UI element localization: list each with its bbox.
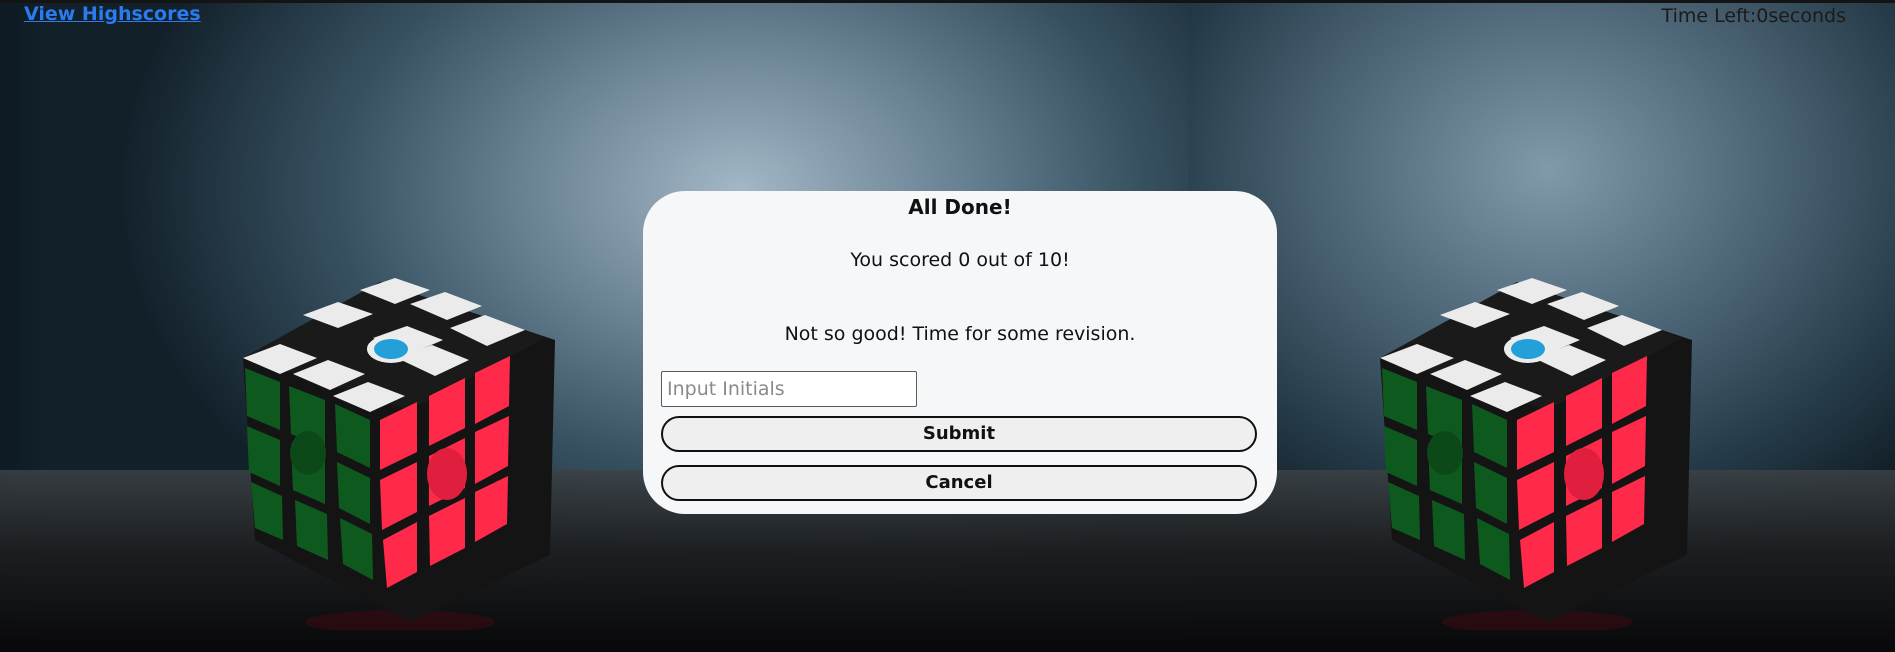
rubiks-cube-image-right — [1362, 270, 1702, 630]
cancel-button[interactable]: Cancel — [661, 465, 1257, 501]
timer-label: Time Left: — [1661, 5, 1757, 27]
timer-unit: seconds — [1768, 5, 1846, 27]
timer: Time Left:0seconds — [1662, 5, 1846, 27]
submit-button[interactable]: Submit — [661, 416, 1257, 452]
timer-value: 0 — [1756, 5, 1769, 27]
score-text: You scored 0 out of 10! — [850, 249, 1070, 271]
view-highscores-link[interactable]: View Highscores — [24, 3, 201, 25]
top-border — [0, 0, 1895, 3]
rubiks-cube-image-left — [225, 270, 565, 630]
page: View Highscores Time Left:0seconds All D… — [0, 0, 1895, 652]
feedback-text: Not so good! Time for some revision. — [784, 323, 1136, 345]
dialog-title: All Done! — [908, 195, 1012, 219]
initials-input[interactable] — [661, 371, 917, 407]
results-dialog: All Done! You scored 0 out of 10! Not so… — [643, 191, 1277, 514]
